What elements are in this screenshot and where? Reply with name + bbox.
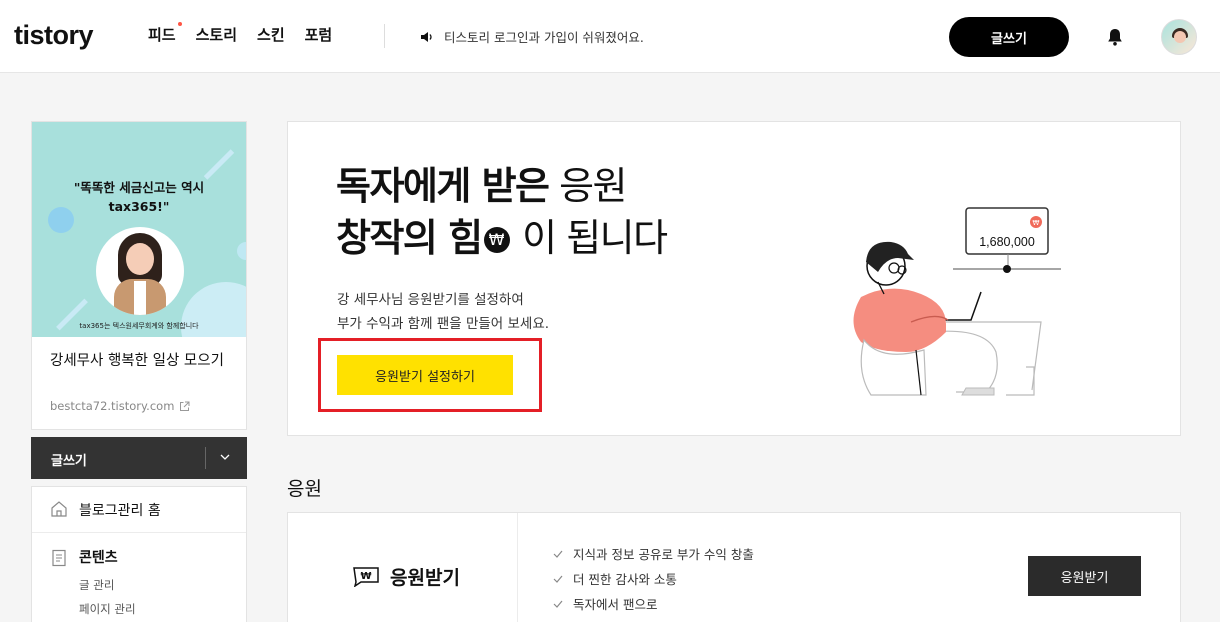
- tistory-logo[interactable]: tistory: [14, 20, 94, 51]
- support-feature-name: 응원받기: [390, 567, 460, 589]
- feature-text: 더 찐한 감사와 소통: [573, 572, 677, 587]
- blog-url-text: bestcta72.tistory.com: [50, 399, 175, 413]
- new-badge-dot: [177, 22, 182, 26]
- feature-list: 지식과 정보 공유로 부가 수익 창출 더 찐한 감사와 소통 독자에서 팬으로: [553, 541, 754, 616]
- feature-text: 지식과 정보 공유로 부가 수익 창출: [573, 547, 754, 562]
- blog-banner-image[interactable]: "똑똑한 세금신고는 역시 tax365!" tax365는 텍스원세무회계와 …: [32, 122, 246, 337]
- sidebar-item-posts[interactable]: 글 관리: [79, 577, 114, 593]
- promo-headline: 독자에게 받은 응원 창작의 힘 ₩ 이 됩니다: [336, 160, 668, 264]
- nav-feed-label: 피드: [148, 26, 176, 44]
- top-header: tistory 피드 스토리 스킨 포럼 티스토리 로그인과 가입이 쉬워졌어요…: [0, 0, 1220, 73]
- main-nav: 피드 스토리 스킨 포럼: [148, 22, 333, 45]
- red-highlight-annotation: [318, 338, 542, 412]
- promo-desc-line-2: 부가 수익과 함께 팬을 만들어 보세요.: [337, 316, 550, 332]
- banner-portrait: [96, 227, 184, 315]
- section-title-support: 응원: [287, 478, 322, 500]
- write-divider: [205, 447, 206, 469]
- promo-description: 강 세무사님 응원받기를 설정하여 부가 수익과 함께 팬을 만들어 보세요.: [337, 288, 549, 336]
- support-enable-button[interactable]: 응원받기: [1028, 556, 1141, 596]
- sidebar-item-label: 블로그관리 홈: [79, 503, 161, 519]
- check-icon: [553, 550, 563, 558]
- external-link-icon: [180, 401, 190, 411]
- banner-caption: tax365는 텍스원세무회계와 함께합니다: [79, 322, 199, 330]
- won-tag-icon: ₩: [353, 567, 379, 587]
- headline-2-light: 이 됩니다: [522, 216, 668, 260]
- feature-item: 지식과 정보 공유로 부가 수익 창출: [553, 541, 754, 566]
- bell-icon[interactable]: [1105, 27, 1125, 47]
- feature-item: 독자에서 팬으로: [553, 591, 754, 616]
- creator-illustration: ₩ 1,680,000: [853, 207, 1061, 396]
- nav-divider: [384, 24, 385, 48]
- check-icon: [553, 600, 563, 608]
- nav-skin[interactable]: 스킨: [257, 24, 285, 45]
- feature-item: 더 찐한 감사와 소통: [553, 566, 754, 591]
- sidebar-write-button[interactable]: 글쓰기: [31, 437, 247, 479]
- sidebar-item-home[interactable]: 블로그관리 홈: [32, 487, 246, 533]
- feature-text: 독자에서 팬으로: [573, 597, 658, 612]
- support-card-header: ₩ 응원받기: [288, 513, 518, 622]
- notice-banner[interactable]: 티스토리 로그인과 가입이 쉬워졌어요.: [420, 27, 644, 46]
- profile-avatar[interactable]: [1161, 19, 1197, 55]
- chevron-down-icon[interactable]: [219, 451, 231, 463]
- sidebar-section-label[interactable]: 콘텐츠: [79, 547, 118, 567]
- nav-story[interactable]: 스토리: [196, 24, 237, 45]
- sidebar-menu: 블로그관리 홈 콘텐츠 글 관리 페이지 관리: [31, 486, 247, 622]
- headline-1-bold: 독자에게 받은: [336, 164, 550, 208]
- document-icon: [52, 549, 66, 567]
- blog-name[interactable]: 강세무사 행복한 일상 모으기: [50, 351, 230, 371]
- support-feature-card: ₩ 응원받기 지식과 정보 공유로 부가 수익 창출 더 찐한 감사와 소통 독…: [287, 512, 1181, 622]
- home-icon: [51, 501, 67, 517]
- headline-2-bold: 창작의 힘: [336, 216, 483, 260]
- illustration-amount: 1,680,000: [979, 235, 1035, 249]
- svg-text:₩: ₩: [360, 571, 371, 582]
- speaker-icon: [421, 31, 432, 42]
- headline-1-light: 응원: [559, 164, 627, 208]
- notice-text: 티스토리 로그인과 가입이 쉬워졌어요.: [444, 30, 644, 45]
- svg-text:₩: ₩: [1033, 219, 1040, 227]
- check-icon: [553, 575, 563, 583]
- sidebar-section-content: 콘텐츠 글 관리 페이지 관리: [32, 534, 246, 622]
- blog-profile-card: "똑똑한 세금신고는 역시 tax365!" tax365는 텍스원세무회계와 …: [31, 121, 247, 430]
- won-icon: ₩: [483, 227, 510, 253]
- sidebar-write-label: 글쓰기: [51, 454, 87, 469]
- nav-forum[interactable]: 포럼: [305, 24, 333, 45]
- blog-url-link[interactable]: bestcta72.tistory.com: [50, 399, 190, 413]
- banner-title: "똑똑한 세금신고는 역시 tax365!": [73, 180, 205, 214]
- nav-feed[interactable]: 피드: [148, 22, 182, 45]
- write-button[interactable]: 글쓰기: [949, 17, 1069, 57]
- promo-desc-line-1: 강 세무사님 응원받기를 설정하여: [337, 292, 524, 308]
- sidebar-item-pages[interactable]: 페이지 관리: [79, 601, 136, 617]
